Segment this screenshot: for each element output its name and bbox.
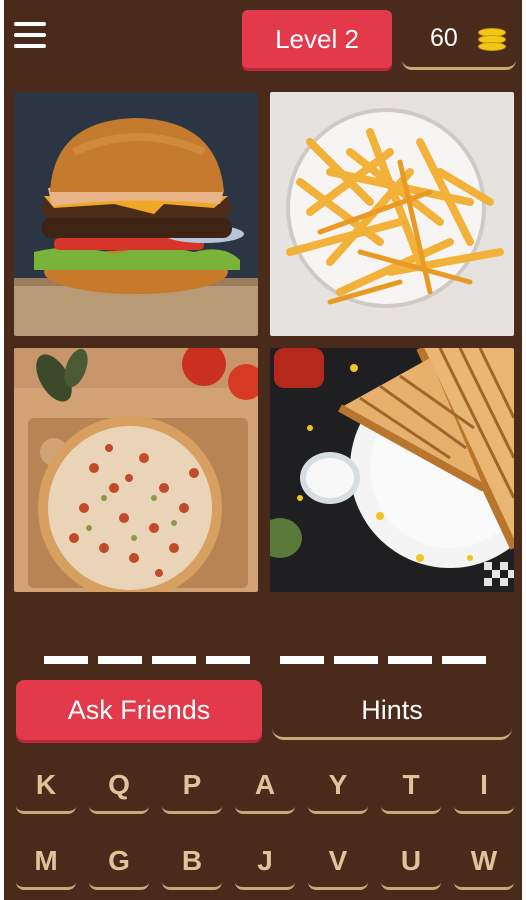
letter-key[interactable]: V: [308, 832, 368, 890]
letter-key[interactable]: Y: [308, 756, 368, 814]
ask-friends-button[interactable]: Ask Friends: [16, 680, 262, 740]
letter-key[interactable]: G: [89, 832, 149, 890]
letter-key[interactable]: B: [162, 832, 222, 890]
answer-slot[interactable]: [206, 656, 250, 664]
coin-counter[interactable]: 60: [402, 12, 516, 70]
letter-key[interactable]: Q: [89, 756, 149, 814]
coin-stack-icon: [478, 28, 506, 54]
answer-slot[interactable]: [442, 656, 486, 664]
game-screen: Level 2 60 Ask Friends Hints K Q P A Y T…: [4, 0, 522, 900]
answer-slot[interactable]: [334, 656, 378, 664]
answer-slot[interactable]: [388, 656, 432, 664]
letter-key[interactable]: T: [381, 756, 441, 814]
letter-key[interactable]: K: [16, 756, 76, 814]
hamburger-menu-icon[interactable]: [14, 22, 48, 52]
letter-key[interactable]: M: [16, 832, 76, 890]
picture-french-fries[interactable]: [270, 92, 514, 336]
answer-slot[interactable]: [280, 656, 324, 664]
picture-pizza[interactable]: [14, 348, 258, 592]
letter-key[interactable]: I: [454, 756, 514, 814]
letter-key[interactable]: J: [235, 832, 295, 890]
hints-button[interactable]: Hints: [272, 680, 512, 740]
picture-grilled-sandwich[interactable]: [270, 348, 514, 592]
letter-key[interactable]: W: [454, 832, 514, 890]
letter-key[interactable]: A: [235, 756, 295, 814]
answer-slot[interactable]: [98, 656, 142, 664]
answer-slot[interactable]: [152, 656, 196, 664]
letter-key[interactable]: P: [162, 756, 222, 814]
letter-key[interactable]: U: [381, 832, 441, 890]
answer-slot[interactable]: [44, 656, 88, 664]
level-badge: Level 2: [242, 10, 392, 68]
coin-count: 60: [430, 24, 458, 52]
picture-burger[interactable]: [14, 92, 258, 336]
